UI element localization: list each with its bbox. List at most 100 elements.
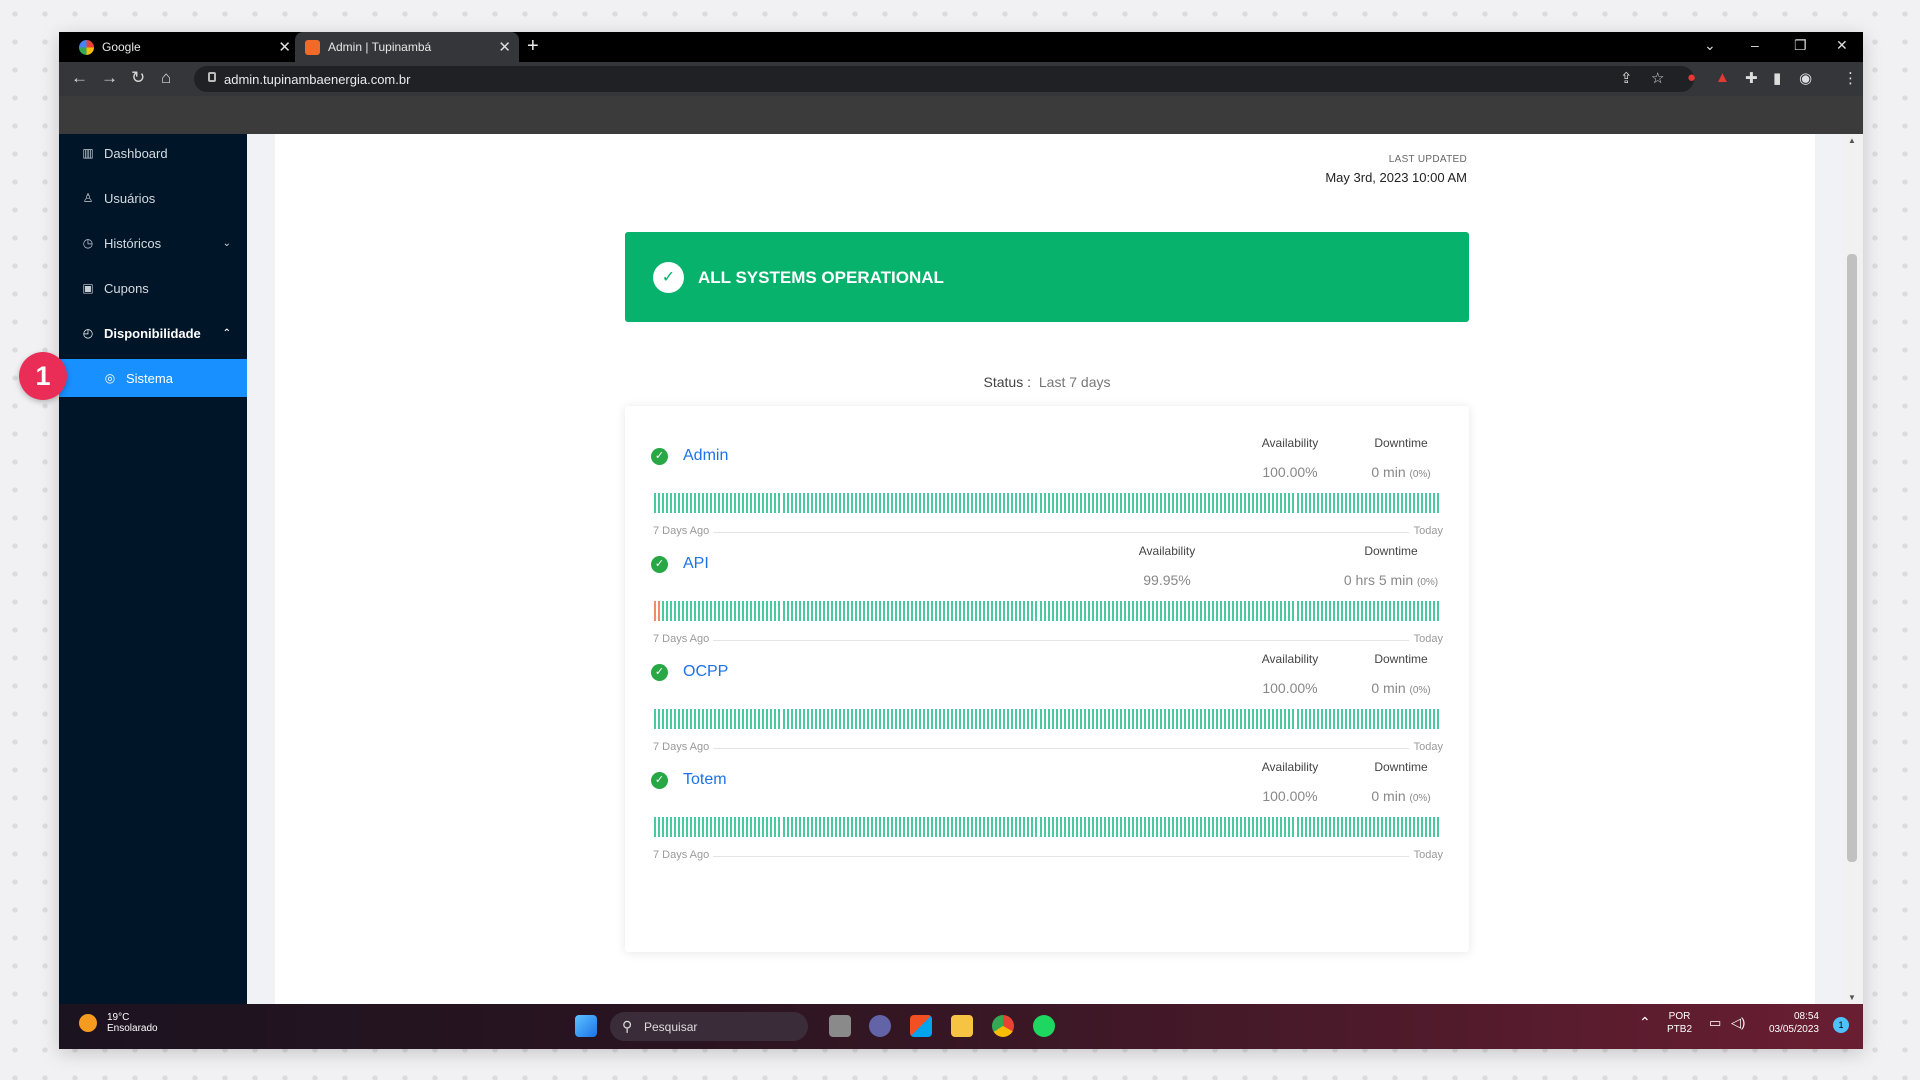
uptime-bar[interactable] <box>1091 601 1094 621</box>
uptime-bar[interactable] <box>1019 601 1022 621</box>
side-panel-icon[interactable]: ▮ <box>1773 69 1781 87</box>
uptime-bar[interactable] <box>911 493 913 513</box>
uptime-bar[interactable] <box>1176 493 1179 513</box>
uptime-bar[interactable] <box>766 709 769 729</box>
uptime-bar[interactable] <box>927 709 930 729</box>
uptime-bar[interactable] <box>842 601 845 621</box>
uptime-bar[interactable] <box>1364 493 1367 513</box>
uptime-bar[interactable] <box>1007 493 1010 513</box>
uptime-bar[interactable] <box>874 709 877 729</box>
uptime-bar[interactable] <box>1316 709 1319 729</box>
uptime-bar[interactable] <box>1344 817 1347 837</box>
uptime-bar[interactable] <box>959 709 962 729</box>
uptime-bar[interactable] <box>902 709 905 729</box>
uptime-bar[interactable] <box>730 601 733 621</box>
uptime-bar[interactable] <box>818 493 821 513</box>
uptime-bar[interactable] <box>1079 709 1082 729</box>
uptime-bar[interactable] <box>1240 709 1243 729</box>
uptime-bar[interactable] <box>874 601 877 621</box>
uptime-bar[interactable] <box>1328 601 1331 621</box>
uptime-bar[interactable] <box>1392 601 1395 621</box>
uptime-bar[interactable] <box>718 709 721 729</box>
uptime-bar[interactable] <box>1284 709 1287 729</box>
uptime-bar[interactable] <box>1192 601 1195 621</box>
uptime-bar[interactable] <box>662 601 665 621</box>
uptime-bar[interactable] <box>778 493 781 513</box>
uptime-bar[interactable] <box>1304 817 1307 837</box>
uptime-bar[interactable] <box>786 493 789 513</box>
uptime-bar[interactable] <box>1304 601 1307 621</box>
uptime-bar[interactable] <box>1372 601 1375 621</box>
uptime-bar[interactable] <box>686 601 689 621</box>
uptime-bar[interactable] <box>906 709 909 729</box>
uptime-bar[interactable] <box>778 817 781 837</box>
uptime-bar[interactable] <box>762 817 765 837</box>
uptime-bar[interactable] <box>1172 601 1175 621</box>
uptime-bar[interactable] <box>666 709 669 729</box>
uptime-bar[interactable] <box>1043 817 1046 837</box>
uptime-bar[interactable] <box>1412 601 1415 621</box>
profile-avatar-icon[interactable]: ◉ <box>1799 69 1812 87</box>
uptime-bar[interactable] <box>758 601 761 621</box>
uptime-bar[interactable] <box>742 493 745 513</box>
uptime-bar[interactable] <box>702 601 705 621</box>
uptime-bar[interactable] <box>1276 817 1279 837</box>
uptime-bar[interactable] <box>1063 709 1066 729</box>
uptime-bar[interactable] <box>1368 709 1371 729</box>
uptime-bar[interactable] <box>1284 493 1287 513</box>
uptime-bar[interactable] <box>1384 493 1387 513</box>
uptime-bar[interactable] <box>1208 601 1211 621</box>
uptime-bar[interactable] <box>923 493 926 513</box>
uptime-bar[interactable] <box>1067 817 1070 837</box>
uptime-bar[interactable] <box>726 709 729 729</box>
uptime-bar[interactable] <box>890 817 893 837</box>
uptime-bar[interactable] <box>1015 493 1018 513</box>
uptime-bar[interactable] <box>734 817 737 837</box>
uptime-bar[interactable] <box>710 817 713 837</box>
uptime-bar[interactable] <box>1392 493 1395 513</box>
uptime-bar[interactable] <box>1188 709 1191 729</box>
uptime-bar[interactable] <box>1131 601 1134 621</box>
uptime-bar[interactable] <box>1356 709 1359 729</box>
uptime-bar[interactable] <box>1364 709 1367 729</box>
uptime-bar[interactable] <box>935 601 938 621</box>
uptime-bar[interactable] <box>774 601 777 621</box>
network-icon[interactable]: ▭ <box>1709 1016 1721 1029</box>
uptime-bar[interactable] <box>967 493 970 513</box>
clock-widget[interactable]: 08:54 03/05/2023 <box>1759 1010 1819 1036</box>
uptime-bar[interactable] <box>1212 601 1215 621</box>
uptime-bar[interactable] <box>674 817 677 837</box>
uptime-bar[interactable] <box>734 493 737 513</box>
uptime-bar[interactable] <box>1392 817 1395 837</box>
uptime-bar[interactable] <box>1043 709 1046 729</box>
uptime-bar[interactable] <box>682 817 685 837</box>
uptime-bar[interactable] <box>658 709 661 729</box>
uptime-bar[interactable] <box>1296 493 1299 513</box>
uptime-bar[interactable] <box>923 817 926 837</box>
uptime-bar[interactable] <box>1216 709 1219 729</box>
uptime-bar[interactable] <box>698 493 701 513</box>
uptime-bar[interactable] <box>1159 709 1162 729</box>
uptime-bar[interactable] <box>870 709 873 729</box>
uptime-bar[interactable] <box>766 601 769 621</box>
uptime-bar[interactable] <box>975 709 978 729</box>
uptime-bar[interactable] <box>738 493 741 513</box>
uptime-bar[interactable] <box>1083 709 1086 729</box>
uptime-bar[interactable] <box>1196 601 1199 621</box>
back-icon[interactable]: ← <box>71 68 88 88</box>
uptime-bar[interactable] <box>1015 601 1018 621</box>
uptime-bar[interactable] <box>1208 709 1211 729</box>
uptime-bar[interactable] <box>1155 493 1158 513</box>
uptime-bar[interactable] <box>987 817 990 837</box>
uptime-bar[interactable] <box>790 709 793 729</box>
uptime-bar[interactable] <box>1131 817 1134 837</box>
uptime-bar[interactable] <box>674 601 677 621</box>
uptime-bar[interactable] <box>1063 493 1066 513</box>
uptime-bar[interactable] <box>1320 709 1323 729</box>
uptime-bar[interactable] <box>1268 817 1271 837</box>
uptime-bar[interactable] <box>1071 601 1074 621</box>
uptime-bar[interactable] <box>870 493 873 513</box>
uptime-bar[interactable] <box>1023 601 1026 621</box>
uptime-bar[interactable] <box>1131 709 1134 729</box>
uptime-bar[interactable] <box>1248 493 1251 513</box>
